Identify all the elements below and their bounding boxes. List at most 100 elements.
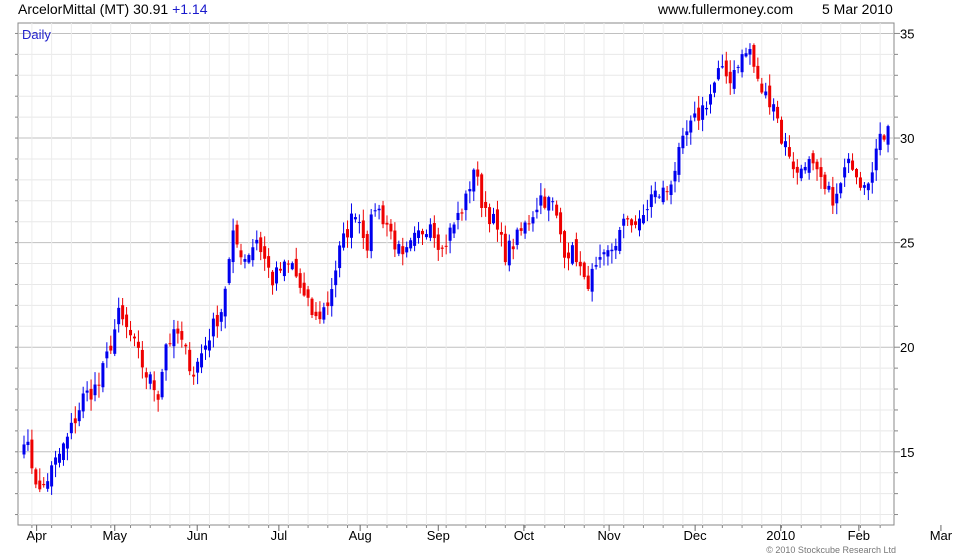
candle-body	[673, 170, 677, 182]
candle-body	[361, 220, 365, 238]
candle-body	[543, 196, 547, 208]
candle-body	[444, 245, 448, 247]
candle-body	[649, 194, 653, 208]
candle-body	[685, 131, 689, 136]
candle-body	[89, 388, 93, 400]
candle-body	[156, 394, 160, 400]
candle-body	[298, 273, 302, 288]
candle-body	[835, 193, 839, 204]
candle-body	[503, 233, 507, 263]
candle-body	[152, 380, 156, 391]
candle-body	[342, 233, 346, 248]
candle-body	[732, 70, 736, 89]
candle-body	[854, 169, 858, 178]
candle-body	[712, 82, 716, 93]
candle-body	[511, 246, 515, 250]
candle-body	[622, 218, 626, 226]
x-tick-label: Nov	[598, 528, 622, 543]
candle-body	[353, 217, 357, 220]
candle-body	[653, 190, 657, 198]
candle-body	[282, 261, 286, 277]
candle-body	[113, 329, 117, 354]
candle-body	[227, 259, 231, 284]
candle-body	[760, 83, 764, 93]
candle-body	[847, 158, 851, 164]
candle-body	[318, 311, 322, 320]
x-tick-label: May	[102, 528, 127, 543]
candle-body	[101, 363, 105, 388]
x-tick-label: Feb	[848, 528, 870, 543]
candle-body	[492, 213, 496, 224]
candle-body	[38, 480, 42, 490]
candle-body	[618, 229, 622, 251]
candle-body	[413, 232, 417, 246]
candle-body	[302, 282, 306, 296]
candle-body	[768, 85, 772, 108]
candle-body	[196, 361, 200, 373]
candle-body	[263, 246, 267, 259]
candle-body	[736, 66, 740, 68]
candle-body	[720, 66, 724, 68]
y-tick-label: 20	[900, 340, 914, 355]
candle-body	[689, 120, 693, 133]
candle-body	[843, 167, 847, 178]
candle-body	[555, 204, 559, 216]
candle-body	[456, 212, 460, 221]
candle-body	[468, 189, 472, 192]
candle-body	[314, 311, 318, 317]
candle-body	[693, 113, 697, 118]
candle-body	[586, 275, 590, 289]
candle-body	[275, 267, 279, 284]
candle-body	[811, 153, 815, 164]
candle-body	[357, 222, 361, 224]
candle-body	[432, 223, 436, 239]
x-tick-label: 2010	[766, 528, 795, 543]
candle-body	[582, 262, 586, 278]
candle-body	[783, 141, 787, 148]
candle-body	[756, 65, 760, 79]
interval-label: Daily	[22, 27, 51, 42]
y-tick-label: 30	[900, 131, 914, 146]
candle-body	[772, 104, 776, 112]
candle-body	[192, 374, 196, 377]
x-tick-label: Jul	[271, 528, 288, 543]
candle-body	[476, 169, 480, 177]
candle-body	[724, 60, 728, 77]
candle-body	[574, 239, 578, 263]
candle-body	[243, 259, 247, 262]
candle-body	[290, 263, 294, 270]
candle-body	[160, 371, 164, 398]
candle-body	[598, 257, 602, 260]
candle-body	[207, 340, 211, 351]
candle-body	[223, 288, 227, 317]
candle-body	[527, 223, 531, 225]
candle-body	[294, 258, 298, 277]
candle-body	[377, 208, 381, 211]
candle-body	[519, 228, 523, 231]
candle-body	[744, 53, 748, 57]
candle-body	[200, 353, 204, 368]
candle-body	[109, 345, 113, 351]
candle-body	[448, 227, 452, 241]
candle-body	[330, 289, 334, 307]
candle-body	[365, 234, 369, 251]
candle-body	[795, 166, 799, 173]
candle-body	[523, 222, 527, 234]
candle-body	[776, 106, 780, 119]
candle-body	[681, 135, 685, 149]
candle-body	[389, 223, 393, 232]
candle-body	[129, 329, 133, 336]
candle-body	[140, 349, 144, 368]
candle-body	[645, 209, 649, 211]
x-tick-label: Sep	[427, 528, 450, 543]
candle-body	[697, 107, 701, 121]
candle-body	[334, 270, 338, 286]
candle-body	[578, 261, 582, 267]
candle-body	[271, 271, 275, 286]
candle-body	[709, 94, 713, 105]
candle-body	[657, 196, 661, 198]
candle-body	[480, 174, 484, 208]
candle-body	[551, 201, 555, 203]
candle-body	[740, 54, 744, 73]
candle-body	[815, 161, 819, 170]
